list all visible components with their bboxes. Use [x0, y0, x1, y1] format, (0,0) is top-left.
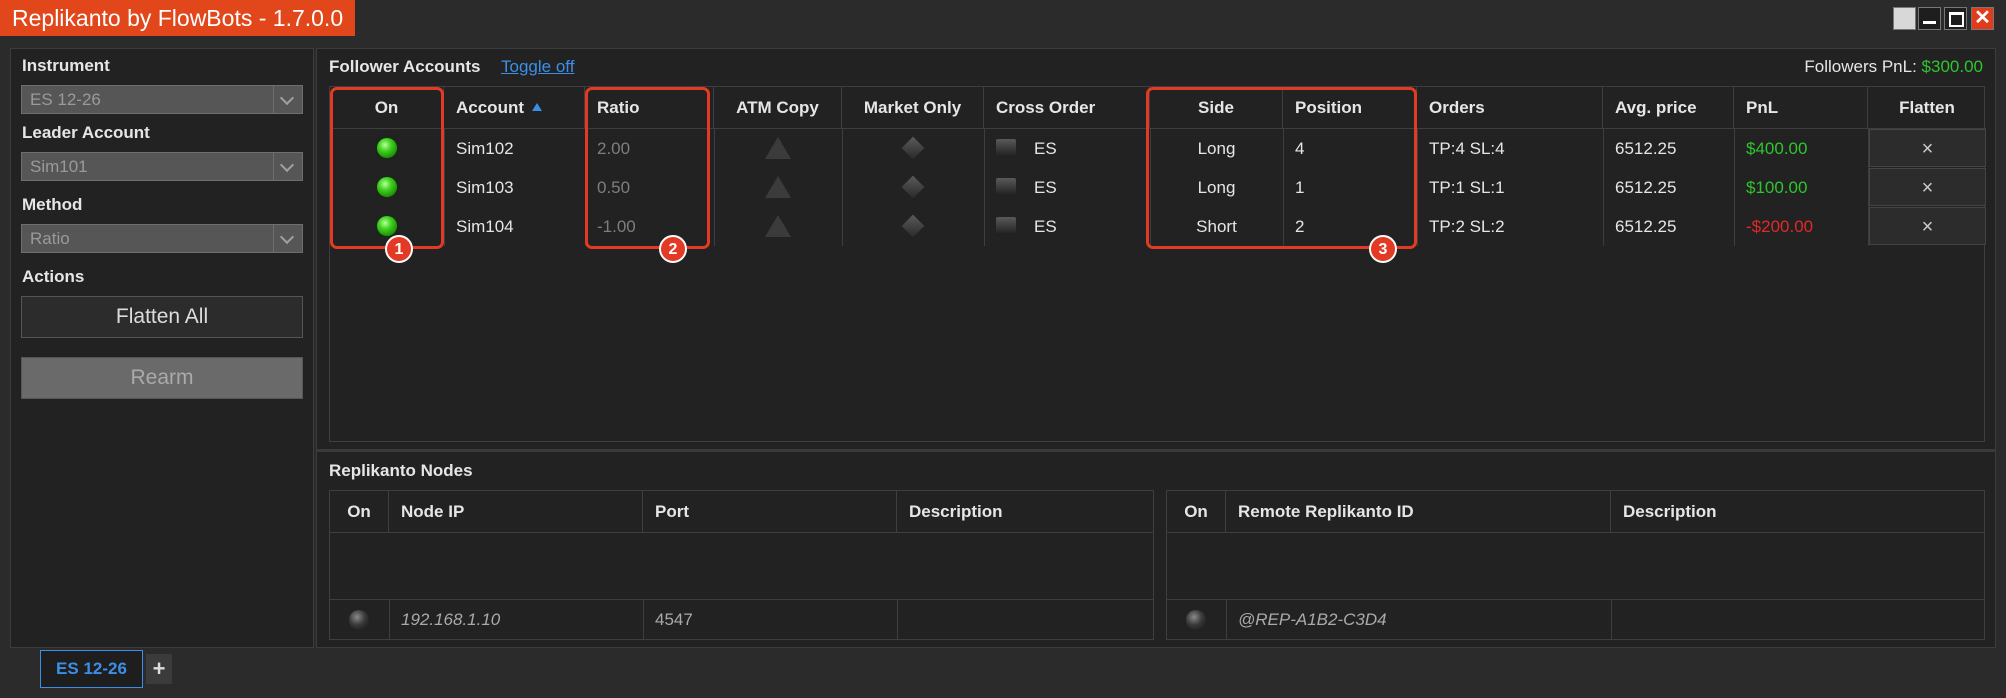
leader-account-label: Leader Account — [22, 123, 150, 142]
col-header-port[interactable]: Port — [643, 491, 897, 533]
col-header-remote-id[interactable]: Remote Replikanto ID — [1226, 491, 1611, 533]
atm-copy-toggle-icon[interactable] — [765, 137, 791, 159]
highlight-box-side-position — [1146, 87, 1417, 249]
table-row[interactable]: 192.168.1.10 4547 — [330, 600, 1153, 639]
instrument-select[interactable]: ES 12-26 — [21, 85, 303, 114]
annotation-badge-2: 2 — [659, 235, 687, 263]
left-panel: Instrument ES 12-26 Leader Account Sim10… — [10, 48, 314, 648]
follower-accounts-title: Follower Accounts — [329, 57, 481, 76]
col-header-atm-copy[interactable]: ATM Copy — [714, 87, 842, 129]
col-header-remote-on[interactable]: On — [1167, 491, 1226, 533]
chevron-down-icon[interactable] — [273, 153, 302, 180]
account-cell: Sim104 — [456, 217, 514, 236]
actions-label: Actions — [22, 267, 85, 286]
col-header-account[interactable]: Account — [444, 87, 585, 129]
cross-order-cell: ES — [1034, 139, 1057, 158]
rearm-button[interactable]: Rearm — [21, 357, 303, 399]
follower-accounts-grid: On Account Ratio ATM Copy Market Only Cr… — [329, 86, 1986, 442]
atm-copy-toggle-icon[interactable] — [765, 176, 791, 198]
avg-price-cell: 6512.25 — [1615, 139, 1677, 158]
cross-order-toggle-icon[interactable] — [996, 178, 1016, 196]
col-header-pnl[interactable]: PnL — [1734, 87, 1868, 129]
col-header-market-only[interactable]: Market Only — [842, 87, 984, 129]
method-select[interactable]: Ratio — [21, 224, 303, 253]
replikanto-nodes-title: Replikanto Nodes — [329, 461, 473, 480]
sort-ascending-icon — [532, 103, 542, 111]
market-only-toggle-icon[interactable] — [901, 136, 925, 160]
col-header-flatten[interactable]: Flatten — [1868, 87, 1986, 129]
highlight-box-ratio — [585, 87, 710, 249]
port-cell[interactable]: 4547 — [643, 600, 705, 639]
flatten-all-button[interactable]: Flatten All — [21, 296, 303, 338]
col-header-node-ip[interactable]: Node IP — [389, 491, 643, 533]
col-header-description[interactable]: Description — [897, 491, 1153, 533]
col-header-orders[interactable]: Orders — [1417, 87, 1603, 129]
method-value: Ratio — [30, 229, 70, 248]
orders-cell: TP:2 SL:2 — [1429, 217, 1505, 236]
orders-cell: TP:1 SL:1 — [1429, 178, 1505, 197]
cross-order-toggle-icon[interactable] — [996, 217, 1016, 235]
window-title: Replikanto by FlowBots - 1.7.0.0 — [0, 0, 356, 36]
remote-id-cell[interactable]: @REP-A1B2-C3D4 — [1226, 600, 1399, 639]
orders-cell: TP:4 SL:4 — [1429, 139, 1505, 158]
account-cell: Sim103 — [456, 178, 514, 197]
leader-account-select[interactable]: Sim101 — [21, 152, 303, 181]
cross-order-cell: ES — [1034, 217, 1057, 236]
account-cell: Sim102 — [456, 139, 514, 158]
instrument-label: Instrument — [22, 56, 110, 75]
minimize-button[interactable] — [1918, 7, 1941, 30]
flatten-button[interactable]: × — [1869, 168, 1986, 206]
followers-pnl-label: Followers PnL: — [1804, 57, 1917, 76]
cross-order-toggle-icon[interactable] — [996, 139, 1016, 157]
chevron-down-icon[interactable] — [273, 225, 302, 252]
followers-pnl: Followers PnL: $300.00 — [1804, 57, 1983, 77]
toggle-off-link[interactable]: Toggle off — [501, 57, 574, 77]
leader-account-value: Sim101 — [30, 157, 88, 176]
col-header-avg-price[interactable]: Avg. price — [1603, 87, 1734, 129]
followers-pnl-value: $300.00 — [1921, 57, 1983, 76]
remote-status-indicator-icon[interactable] — [1186, 610, 1206, 630]
flatten-button[interactable]: × — [1869, 207, 1986, 245]
pnl-cell: -$200.00 — [1746, 217, 1814, 236]
col-header-node-on[interactable]: On — [330, 491, 389, 533]
avg-price-cell: 6512.25 — [1615, 178, 1677, 197]
chevron-down-icon[interactable] — [273, 86, 302, 113]
add-tab-button[interactable]: + — [146, 654, 172, 684]
panel-splitter[interactable] — [317, 449, 1995, 452]
remote-replikanto-grid: On Remote Replikanto ID Description @REP… — [1166, 490, 1985, 640]
tab-es-12-26[interactable]: ES 12-26 — [40, 650, 143, 688]
avg-price-cell: 6512.25 — [1615, 217, 1677, 236]
pnl-cell: $400.00 — [1746, 139, 1808, 158]
cross-order-cell: ES — [1034, 178, 1057, 197]
maximize-button[interactable] — [1944, 7, 1967, 30]
right-panel: Follower Accounts Toggle off Followers P… — [316, 48, 1996, 648]
col-header-cross-order[interactable]: Cross Order — [984, 87, 1150, 129]
description-cell[interactable] — [897, 600, 921, 639]
remote-description-cell[interactable] — [1611, 600, 1635, 639]
col-header-account-label: Account — [456, 98, 524, 117]
node-status-indicator-icon[interactable] — [349, 610, 369, 630]
highlight-box-on — [330, 87, 444, 249]
flatten-button[interactable]: × — [1869, 129, 1986, 167]
atm-copy-toggle-icon[interactable] — [765, 215, 791, 237]
table-row[interactable]: @REP-A1B2-C3D4 — [1167, 600, 1984, 639]
window-restore-button[interactable] — [1893, 7, 1916, 30]
instrument-value: ES 12-26 — [30, 90, 101, 109]
col-header-remote-description[interactable]: Description — [1611, 491, 1984, 533]
node-ip-grid: On Node IP Port Description 192.168.1.10… — [329, 490, 1154, 640]
annotation-badge-3: 3 — [1369, 235, 1397, 263]
market-only-toggle-icon[interactable] — [901, 175, 925, 199]
method-label: Method — [22, 195, 83, 214]
annotation-badge-1: 1 — [385, 235, 413, 263]
market-only-toggle-icon[interactable] — [901, 214, 925, 238]
pnl-cell: $100.00 — [1746, 178, 1808, 197]
node-ip-cell[interactable]: 192.168.1.10 — [389, 600, 512, 639]
close-button[interactable]: ✕ — [1971, 7, 1994, 30]
